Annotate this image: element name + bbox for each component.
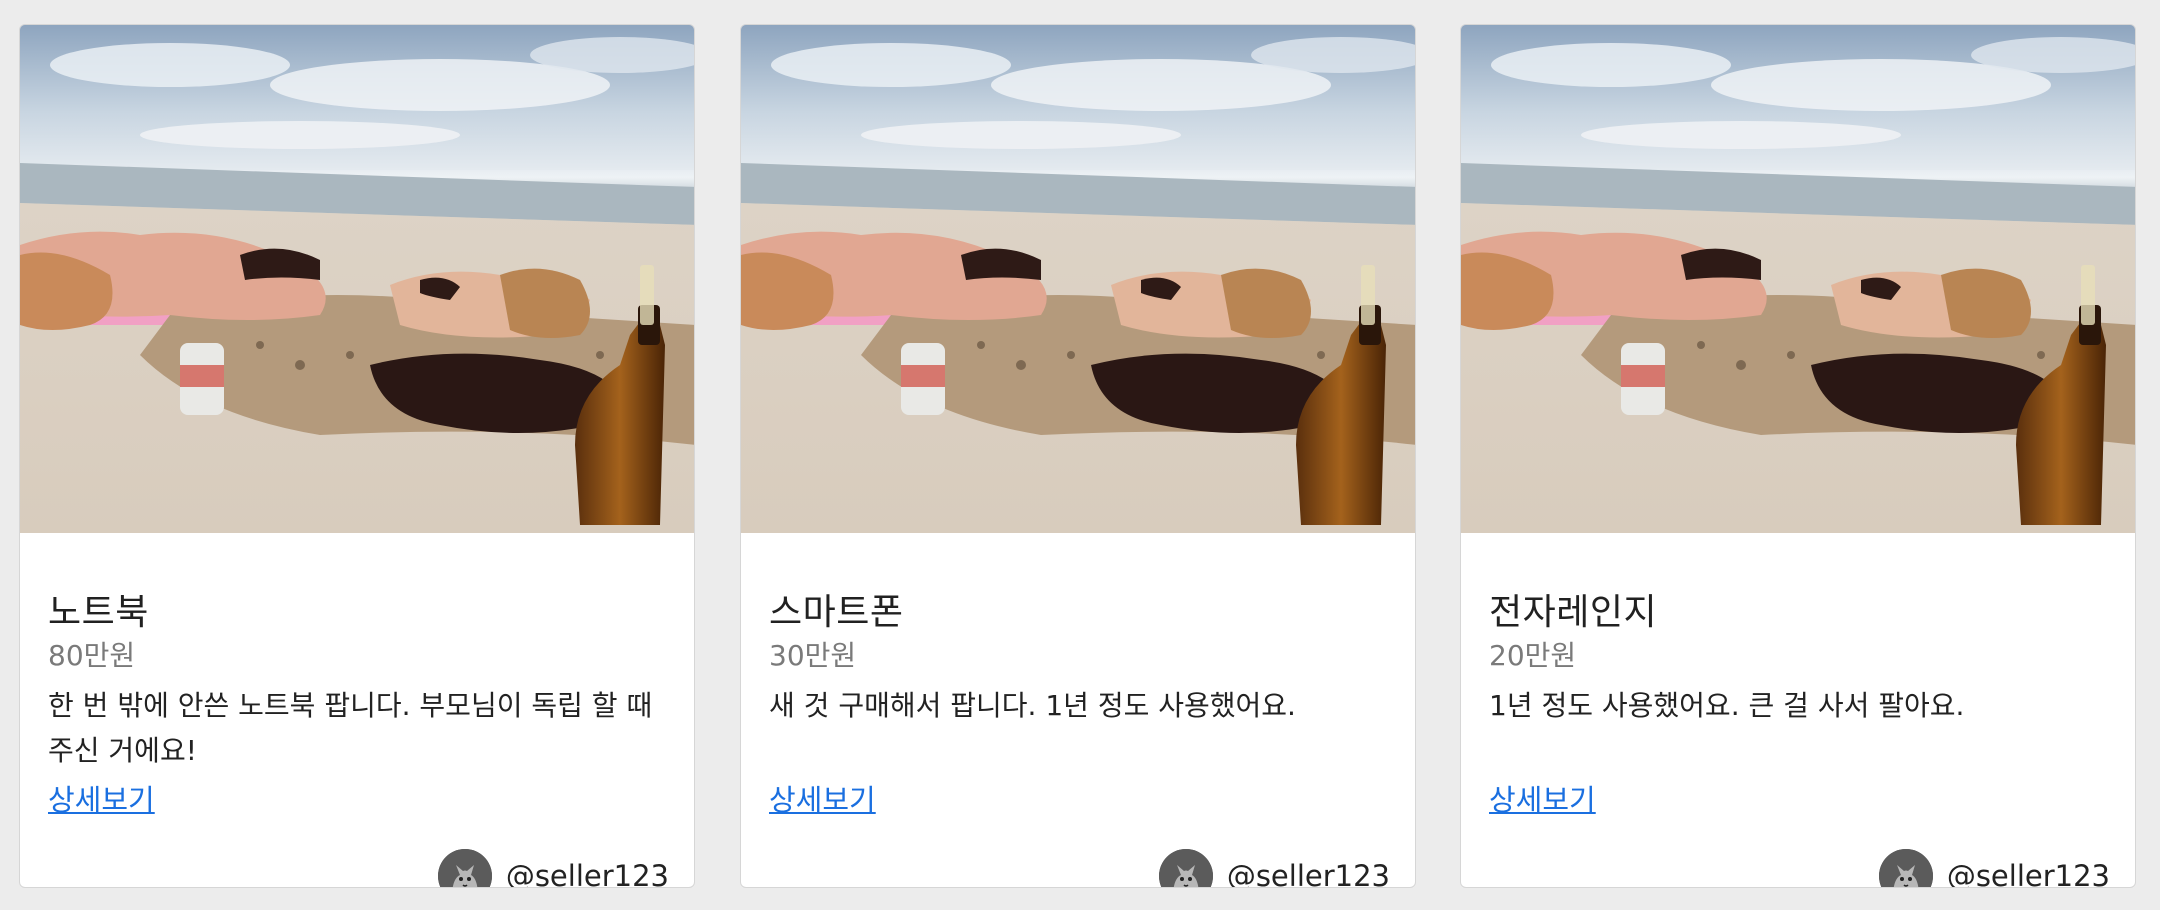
beach-photo-icon xyxy=(20,25,694,533)
seller-info[interactable]: @seller123 xyxy=(1158,849,1390,887)
detail-link[interactable]: 상세보기 xyxy=(769,777,876,819)
card-body: 스마트폰 30만원 새 것 구매해서 팝니다. 1년 정도 사용했어요. 상세보… xyxy=(769,533,1390,887)
product-description: 1년 정도 사용했어요. 큰 걸 사서 팔아요. xyxy=(1489,689,1965,722)
product-card[interactable]: 전자레인지 20만원 1년 정도 사용했어요. 큰 걸 사서 팔아요. 상세보기… xyxy=(1460,24,2136,888)
product-photo[interactable] xyxy=(20,25,694,533)
product-price: 30만원 xyxy=(769,639,857,672)
beach-photo-icon xyxy=(741,25,1415,533)
product-card[interactable]: 스마트폰 30만원 새 것 구매해서 팝니다. 1년 정도 사용했어요. 상세보… xyxy=(740,24,1416,888)
product-card[interactable]: 노트북 80만원 한 번 밖에 안쓴 노트북 팝니다. 부모님이 독립 할 때 … xyxy=(19,24,695,888)
cat-avatar-icon xyxy=(1158,849,1213,887)
seller-handle[interactable]: @seller123 xyxy=(1227,859,1390,887)
seller-handle[interactable]: @seller123 xyxy=(506,859,669,887)
cat-avatar-icon xyxy=(437,849,492,887)
product-grid: 노트북 80만원 한 번 밖에 안쓴 노트북 팝니다. 부모님이 독립 할 때 … xyxy=(0,0,2160,910)
seller-info[interactable]: @seller123 xyxy=(1878,849,2110,887)
product-title: 노트북 xyxy=(48,592,149,633)
product-photo[interactable] xyxy=(741,25,1415,533)
seller-avatar[interactable] xyxy=(437,849,492,887)
seller-avatar[interactable] xyxy=(1158,849,1213,887)
detail-link[interactable]: 상세보기 xyxy=(1489,777,1596,819)
product-title: 전자레인지 xyxy=(1489,592,1658,633)
product-title: 스마트폰 xyxy=(769,592,904,633)
product-price: 20만원 xyxy=(1489,639,1577,672)
card-body: 전자레인지 20만원 1년 정도 사용했어요. 큰 걸 사서 팔아요. 상세보기… xyxy=(1489,533,2110,887)
product-description: 새 것 구매해서 팝니다. 1년 정도 사용했어요. xyxy=(769,689,1296,722)
seller-avatar[interactable] xyxy=(1878,849,1933,887)
seller-info[interactable]: @seller123 xyxy=(437,849,669,887)
card-body: 노트북 80만원 한 번 밖에 안쓴 노트북 팝니다. 부모님이 독립 할 때 … xyxy=(48,533,669,887)
product-photo[interactable] xyxy=(1461,25,2135,533)
beach-photo-icon xyxy=(1461,25,2135,533)
detail-link[interactable]: 상세보기 xyxy=(48,777,155,819)
product-price: 80만원 xyxy=(48,639,136,672)
seller-handle[interactable]: @seller123 xyxy=(1947,859,2110,887)
product-description: 한 번 밖에 안쓴 노트북 팝니다. 부모님이 독립 할 때 주신 거에요! xyxy=(48,689,653,767)
cat-avatar-icon xyxy=(1878,849,1933,887)
